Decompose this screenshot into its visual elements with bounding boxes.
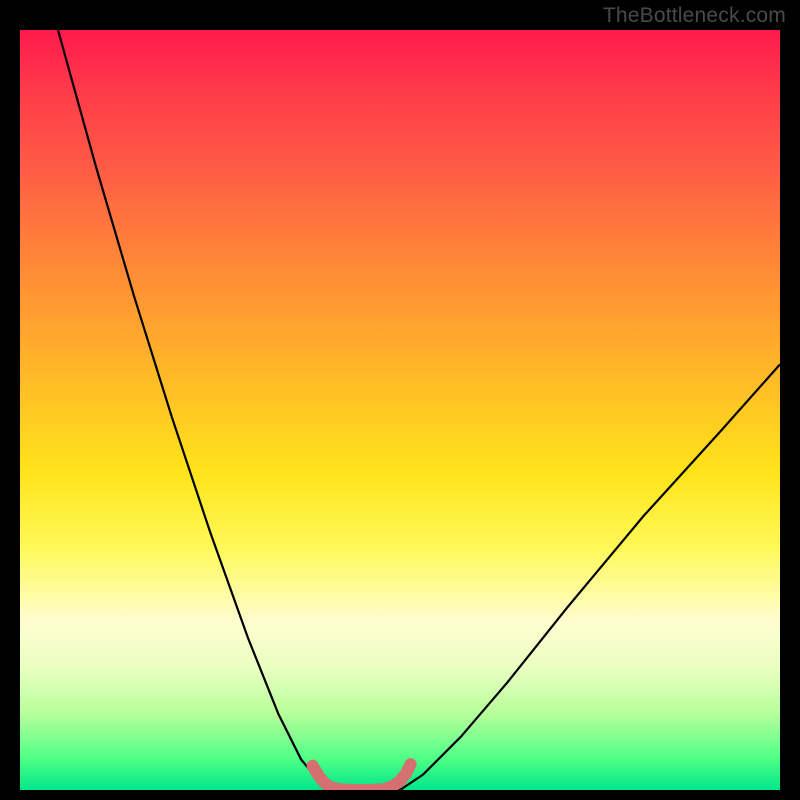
chart-area (20, 30, 780, 790)
watermark-text: TheBottleneck.com (603, 4, 786, 28)
